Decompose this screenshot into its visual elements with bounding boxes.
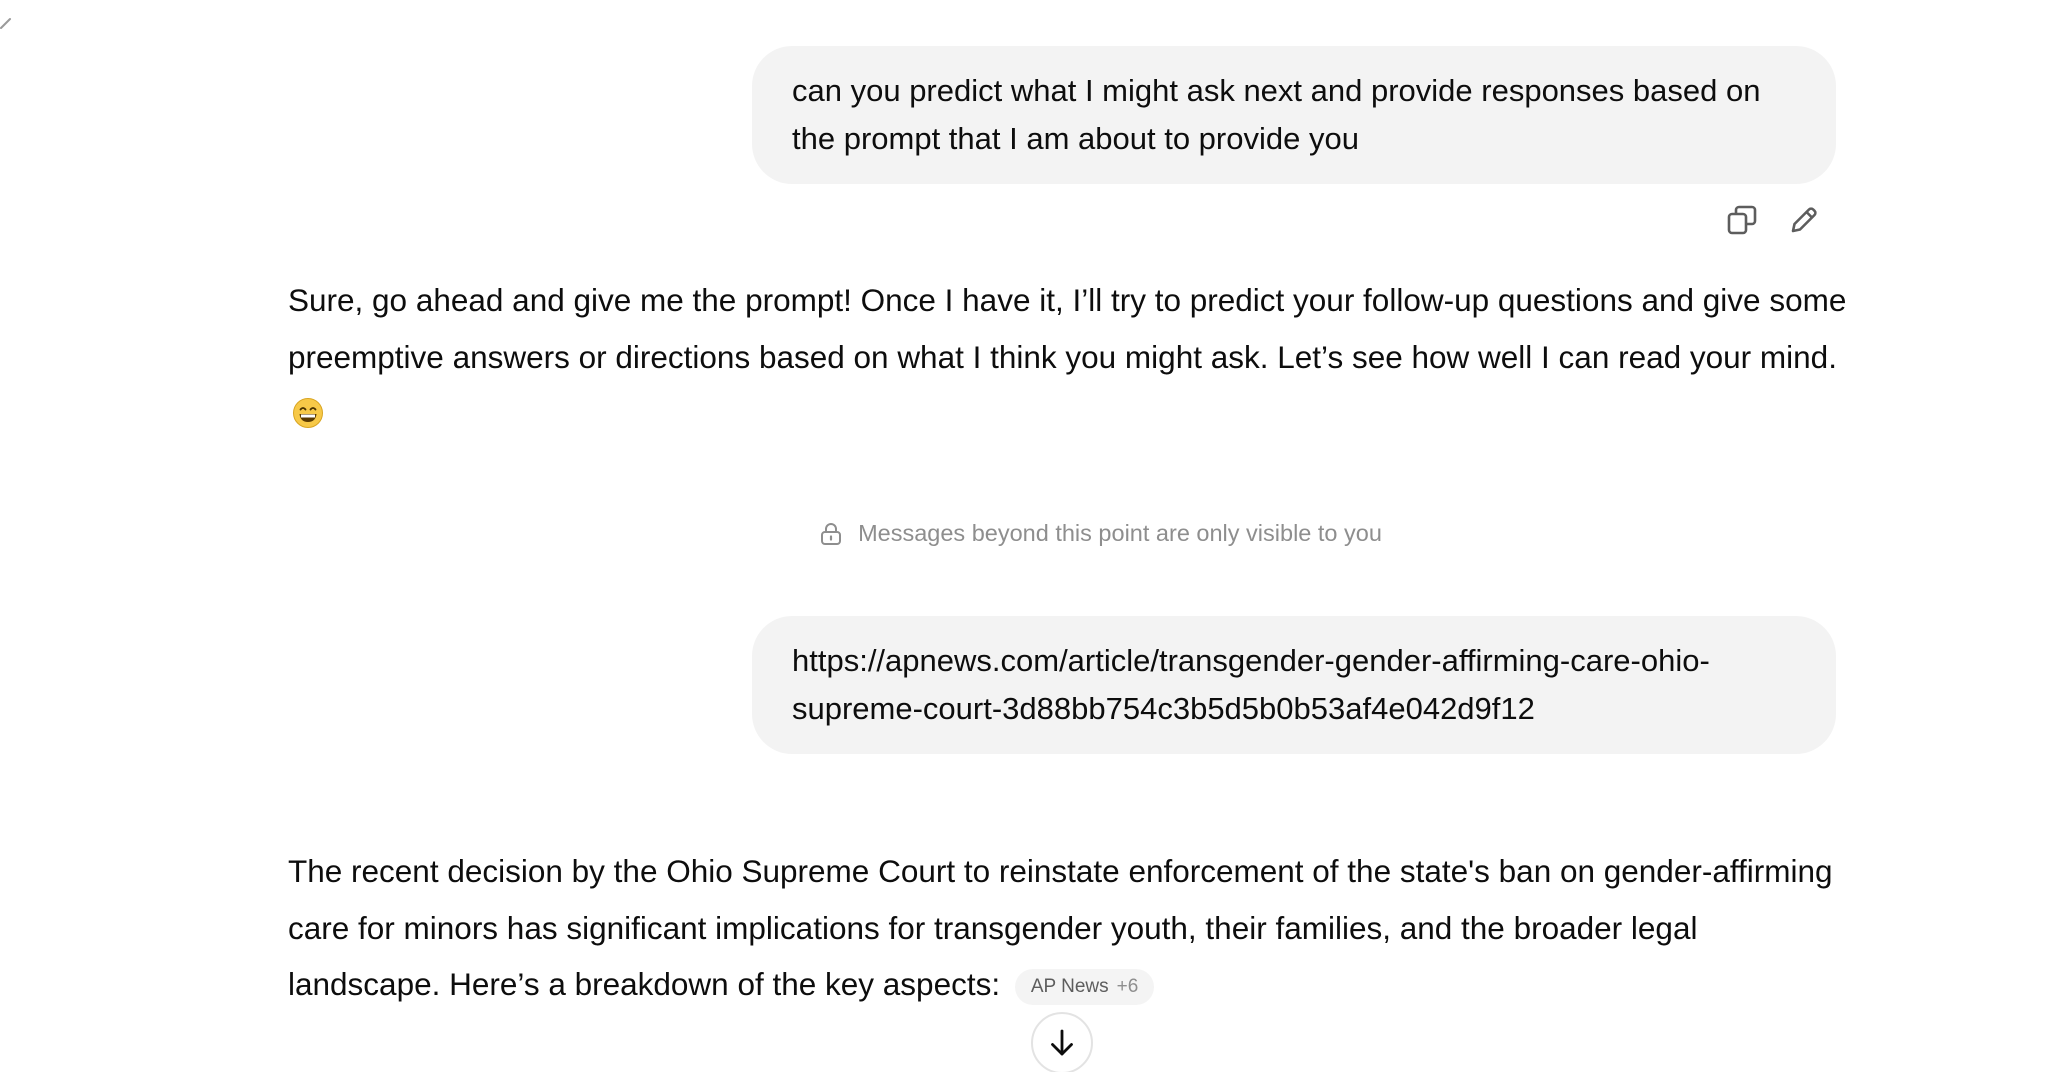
citation-extra-count: +6	[1116, 976, 1139, 997]
citation-source: AP News	[1030, 976, 1109, 997]
pencil-icon	[1791, 207, 1817, 233]
grinning-face-emoji-icon	[293, 398, 323, 428]
user-message-text: can you predict what I might ask next an…	[792, 73, 1761, 156]
citation-pill[interactable]: AP News +6	[1014, 969, 1155, 1005]
scroll-to-bottom-button[interactable]	[1031, 1012, 1093, 1072]
chat-page: can you predict what I might ask next an…	[0, 0, 2062, 1072]
assistant-message: Sure, go ahead and give me the prompt! O…	[288, 272, 1848, 442]
assistant-message: The recent decision by the Ohio Supreme …	[288, 843, 1848, 1013]
privacy-notice-text: Messages beyond this point are only visi…	[858, 520, 1382, 546]
copy-message-button[interactable]	[1724, 202, 1760, 238]
arrow-down-icon	[1051, 1029, 1073, 1056]
user-message-bubble: can you predict what I might ask next an…	[752, 46, 1836, 184]
edit-message-button[interactable]	[1786, 202, 1822, 238]
lock-icon	[821, 522, 842, 545]
user-message-bubble: https://apnews.com/article/transgender-g…	[752, 616, 1836, 754]
copy-icon	[1727, 205, 1757, 235]
user-message-text: https://apnews.com/article/transgender-g…	[792, 643, 1710, 726]
assistant-message-text: Sure, go ahead and give me the prompt! O…	[288, 282, 1847, 375]
sidebar-edge-icon	[0, 18, 11, 29]
user-message-actions	[1724, 202, 1822, 238]
privacy-notice: Messages beyond this point are only visi…	[0, 520, 2062, 547]
